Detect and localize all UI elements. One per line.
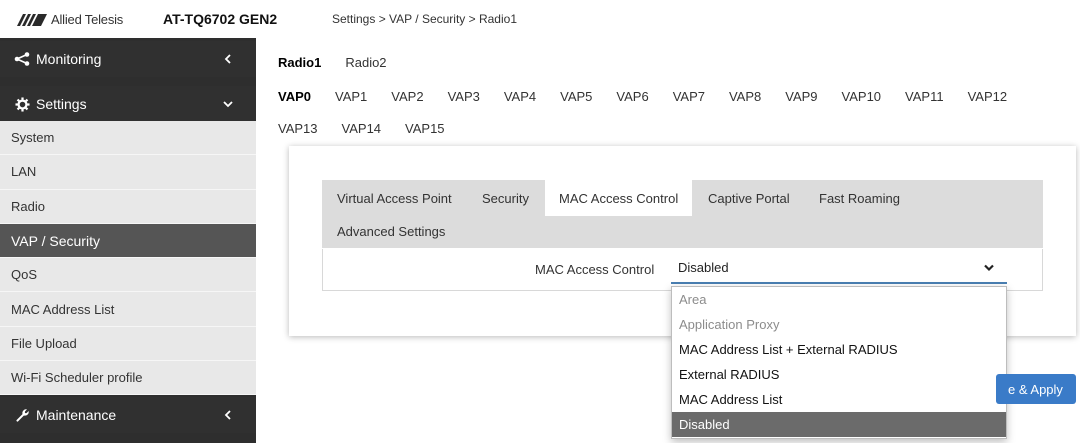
product-name: AT-TQ6702 GEN2 <box>163 11 278 27</box>
tab-vap2[interactable]: VAP2 <box>379 88 435 106</box>
tab-advanced-settings[interactable]: Advanced Settings <box>337 223 445 241</box>
sidebar-item-label: LAN <box>11 164 37 180</box>
mac-access-control-dropdown: Area Application Proxy MAC Address List … <box>671 286 1007 439</box>
sidebar-item-system[interactable]: System <box>0 121 256 156</box>
option-disabled[interactable]: Disabled <box>672 412 1006 437</box>
sidebar-item-vap-security[interactable]: VAP / Security <box>0 223 256 259</box>
tab-captive-portal[interactable]: Captive Portal <box>708 190 790 208</box>
tab-vap7[interactable]: VAP7 <box>661 88 717 106</box>
tab-vap15[interactable]: VAP15 <box>393 120 457 138</box>
save-apply-label: e & Apply <box>1008 381 1063 397</box>
tab-vap0[interactable]: VAP0 <box>266 88 323 106</box>
radio-tabs: Radio1 Radio2 <box>266 52 399 73</box>
sidebar-item-radio[interactable]: Radio <box>0 189 256 224</box>
gear-icon <box>14 96 30 112</box>
section-tabs: Virtual Access Point Security MAC Access… <box>322 180 1043 248</box>
chevron-left-icon <box>224 54 231 64</box>
tab-vap8[interactable]: VAP8 <box>717 88 773 106</box>
chevron-down-icon <box>984 264 994 272</box>
sidebar-item-label: Radio <box>11 198 45 214</box>
option-external-radius[interactable]: External RADIUS <box>672 362 1006 387</box>
option-area: Area <box>679 292 707 307</box>
tab-fast-roaming[interactable]: Fast Roaming <box>819 190 900 208</box>
tab-vap10[interactable]: VAP10 <box>830 88 894 106</box>
sidebar-item-label: Wi-Fi Scheduler profile <box>11 370 143 386</box>
tab-vap11[interactable]: VAP11 <box>893 88 956 106</box>
option-mac-address-list-external-radius[interactable]: MAC Address List + External RADIUS <box>672 337 1006 362</box>
chevron-down-icon <box>223 101 233 108</box>
tab-vap5[interactable]: VAP5 <box>548 88 604 106</box>
tab-vap1[interactable]: VAP1 <box>323 88 379 106</box>
tab-vap14[interactable]: VAP14 <box>330 120 394 138</box>
save-apply-button[interactable]: e & Apply <box>996 374 1076 404</box>
option-application-proxy: Application Proxy <box>679 317 780 332</box>
tab-radio1[interactable]: Radio1 <box>266 52 333 73</box>
sidebar-item-label: Maintenance <box>36 407 117 423</box>
tab-vap6[interactable]: VAP6 <box>604 88 660 106</box>
sidebar-item-monitoring[interactable]: Monitoring <box>0 41 256 77</box>
tab-mac-access-control[interactable]: MAC Access Control <box>559 190 678 208</box>
mac-access-control-select[interactable]: Disabled <box>671 251 1007 284</box>
option-mac-address-list[interactable]: MAC Address List <box>672 387 1006 412</box>
allied-telesis-logo: Allied Telesis <box>17 12 123 27</box>
top-bar: Allied Telesis AT-TQ6702 GEN2 Settings >… <box>0 0 1080 38</box>
sidebar-item-settings[interactable]: Settings <box>0 86 256 122</box>
sidebar-item-lan[interactable]: LAN <box>0 155 256 190</box>
tab-radio2[interactable]: Radio2 <box>333 52 398 73</box>
sidebar-item-label: Monitoring <box>36 51 102 67</box>
sidebar-item-maintenance[interactable]: Maintenance <box>0 397 256 433</box>
vap-tabs-row-2: VAP13 VAP14 VAP15 <box>266 120 457 138</box>
sidebar-item-label: MAC Address List <box>11 301 115 317</box>
vap-tabs-row-1: VAP0 VAP1 VAP2 VAP3 VAP4 VAP5 VAP6 VAP7 … <box>266 88 1019 106</box>
sidebar-item-label: File Upload <box>11 335 77 351</box>
share-icon <box>14 51 30 67</box>
logo-text: Allied Telesis <box>51 12 124 27</box>
tab-vap13[interactable]: VAP13 <box>266 120 330 138</box>
tab-vap3[interactable]: VAP3 <box>436 88 492 106</box>
tab-vap12[interactable]: VAP12 <box>956 88 1020 106</box>
tab-virtual-access-point[interactable]: Virtual Access Point <box>337 190 452 208</box>
sidebar-item-label: VAP / Security <box>11 232 100 249</box>
sidebar-item-label: System <box>11 130 55 146</box>
select-value: Disabled <box>678 260 729 275</box>
sidebar: Monitoring Settings System LAN Radio VAP… <box>0 38 256 443</box>
logo-mark-icon <box>17 13 47 26</box>
mac-access-control-label: MAC Access Control <box>535 262 655 277</box>
tab-vap4[interactable]: VAP4 <box>492 88 548 106</box>
sidebar-item-label: Settings <box>36 96 87 112</box>
sidebar-item-file-upload[interactable]: File Upload <box>0 326 256 362</box>
sidebar-item-mac-address-list[interactable]: MAC Address List <box>0 292 256 327</box>
sidebar-item-qos[interactable]: QoS <box>0 258 256 293</box>
wrench-icon <box>14 407 30 423</box>
chevron-left-icon <box>224 410 231 420</box>
sidebar-item-wifi-scheduler-profile[interactable]: Wi-Fi Scheduler profile <box>0 361 256 396</box>
breadcrumb: Settings > VAP / Security > Radio1 <box>332 12 517 26</box>
tab-vap9[interactable]: VAP9 <box>773 88 829 106</box>
tab-security[interactable]: Security <box>482 190 529 208</box>
settings-submenu: System LAN Radio VAP / Security QoS MAC … <box>0 121 256 396</box>
sidebar-item-label: QoS <box>11 267 38 283</box>
